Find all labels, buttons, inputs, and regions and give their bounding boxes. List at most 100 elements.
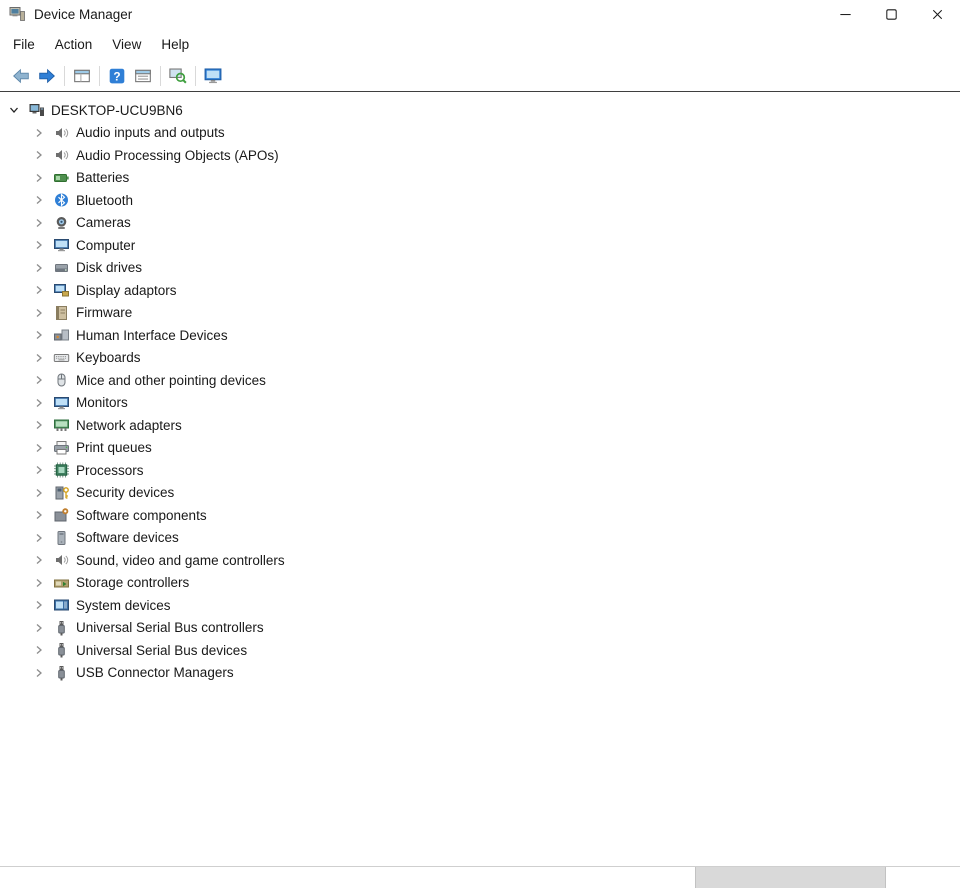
tree-item-row[interactable]: Network adapters [0,414,960,437]
tree-item-label[interactable]: Disk drives [76,260,142,275]
tree-item-label[interactable]: Universal Serial Bus controllers [76,620,264,635]
maximize-button[interactable] [868,0,914,28]
tree-item-label[interactable]: Display adaptors [76,283,177,298]
tree-item-row[interactable]: Computer [0,234,960,257]
caption-buttons [822,0,960,28]
menu-help[interactable]: Help [151,31,199,58]
tree-item-row[interactable]: Processors [0,459,960,482]
chevron-right-icon[interactable] [31,305,53,321]
tree-item-row[interactable]: Audio Processing Objects (APOs) [0,144,960,167]
tree-item-row[interactable]: Software devices [0,527,960,550]
chevron-right-icon[interactable] [31,147,53,163]
chevron-right-icon[interactable] [31,372,53,388]
software-device-icon [53,530,70,546]
tree-item-row[interactable]: Disk drives [0,257,960,280]
chevron-right-icon[interactable] [31,395,53,411]
chevron-right-icon[interactable] [31,530,53,546]
maximize-icon [884,7,899,22]
tree-item-label[interactable]: Processors [76,463,144,478]
chevron-right-icon[interactable] [31,507,53,523]
tree-item-label[interactable]: Software devices [76,530,179,545]
chevron-right-icon[interactable] [31,417,53,433]
tree-item-label[interactable]: Batteries [76,170,129,185]
tree-item-row[interactable]: Batteries [0,167,960,190]
tree-item-label[interactable]: Audio inputs and outputs [76,125,225,140]
tree-root-label[interactable]: DESKTOP-UCU9BN6 [51,103,183,118]
scan-for-hardware-changes-button[interactable] [165,64,191,88]
tree-item-label[interactable]: Security devices [76,485,174,500]
tree-item-label[interactable]: Universal Serial Bus devices [76,643,247,658]
tree-item-row[interactable]: USB Connector Managers [0,662,960,685]
chevron-right-icon[interactable] [31,620,53,636]
tree-item-row[interactable]: Sound, video and game controllers [0,549,960,572]
tree-item-row[interactable]: Human Interface Devices [0,324,960,347]
tree-root-row[interactable]: DESKTOP-UCU9BN6 [0,99,960,122]
tree-item-label[interactable]: Network adapters [76,418,182,433]
tree-item-label[interactable]: Computer [76,238,135,253]
tree-item-label[interactable]: Keyboards [76,350,141,365]
chevron-right-icon[interactable] [31,260,53,276]
tree-item-row[interactable]: Bluetooth [0,189,960,212]
tree-item-label[interactable]: USB Connector Managers [76,665,234,680]
speaker-icon [53,125,70,141]
toolbar: ? [0,60,960,92]
tree-item-label[interactable]: System devices [76,598,171,613]
tree-item-row[interactable]: Software components [0,504,960,527]
chevron-right-icon[interactable] [31,642,53,658]
tree-item-row[interactable]: Universal Serial Bus devices [0,639,960,662]
device-monitor-button[interactable] [200,64,226,88]
tree-item-row[interactable]: Keyboards [0,347,960,370]
tree-item-row[interactable]: Firmware [0,302,960,325]
chevron-right-icon[interactable] [31,665,53,681]
chevron-right-icon[interactable] [31,350,53,366]
tree-item-label[interactable]: Human Interface Devices [76,328,228,343]
help-button[interactable]: ? [104,64,130,88]
forward-button[interactable] [34,64,60,88]
menu-view[interactable]: View [102,31,151,58]
chevron-down-icon[interactable] [6,102,28,118]
menu-action[interactable]: Action [45,31,103,58]
tree-item-label[interactable]: Software components [76,508,207,523]
tree-item-row[interactable]: Mice and other pointing devices [0,369,960,392]
chevron-right-icon[interactable] [31,485,53,501]
tree-item-label[interactable]: Print queues [76,440,152,455]
chevron-right-icon[interactable] [31,192,53,208]
tree-item-label[interactable]: Sound, video and game controllers [76,553,285,568]
keyboard-icon [53,350,70,366]
tree-item-row[interactable]: Display adaptors [0,279,960,302]
chevron-right-icon[interactable] [31,440,53,456]
device-tree-children: Audio inputs and outputs Audio Processin… [0,122,960,685]
chevron-right-icon[interactable] [31,282,53,298]
tree-item-row[interactable]: System devices [0,594,960,617]
tree-item-row[interactable]: Audio inputs and outputs [0,122,960,145]
tree-item-label[interactable]: Audio Processing Objects (APOs) [76,148,279,163]
chevron-right-icon[interactable] [31,597,53,613]
tree-item-row[interactable]: Storage controllers [0,572,960,595]
close-button[interactable] [914,0,960,28]
properties-button[interactable] [130,64,156,88]
tree-item-label[interactable]: Cameras [76,215,131,230]
tree-item-row[interactable]: Print queues [0,437,960,460]
chevron-right-icon[interactable] [31,237,53,253]
menu-file[interactable]: File [3,31,45,58]
back-button[interactable] [8,64,34,88]
tree-item-row[interactable]: Cameras [0,212,960,235]
software-component-icon [53,507,70,523]
minimize-button[interactable] [822,0,868,28]
tree-item-label[interactable]: Monitors [76,395,128,410]
chevron-right-icon[interactable] [31,462,53,478]
show-console-tree-button[interactable] [69,64,95,88]
tree-item-label[interactable]: Firmware [76,305,132,320]
chevron-right-icon[interactable] [31,575,53,591]
tree-item-label[interactable]: Storage controllers [76,575,189,590]
chevron-right-icon[interactable] [31,125,53,141]
chevron-right-icon[interactable] [31,215,53,231]
tree-item-row[interactable]: Universal Serial Bus controllers [0,617,960,640]
chevron-right-icon[interactable] [31,552,53,568]
chevron-right-icon[interactable] [31,327,53,343]
tree-item-label[interactable]: Bluetooth [76,193,133,208]
tree-item-row[interactable]: Security devices [0,482,960,505]
tree-item-label[interactable]: Mice and other pointing devices [76,373,266,388]
tree-item-row[interactable]: Monitors [0,392,960,415]
chevron-right-icon[interactable] [31,170,53,186]
